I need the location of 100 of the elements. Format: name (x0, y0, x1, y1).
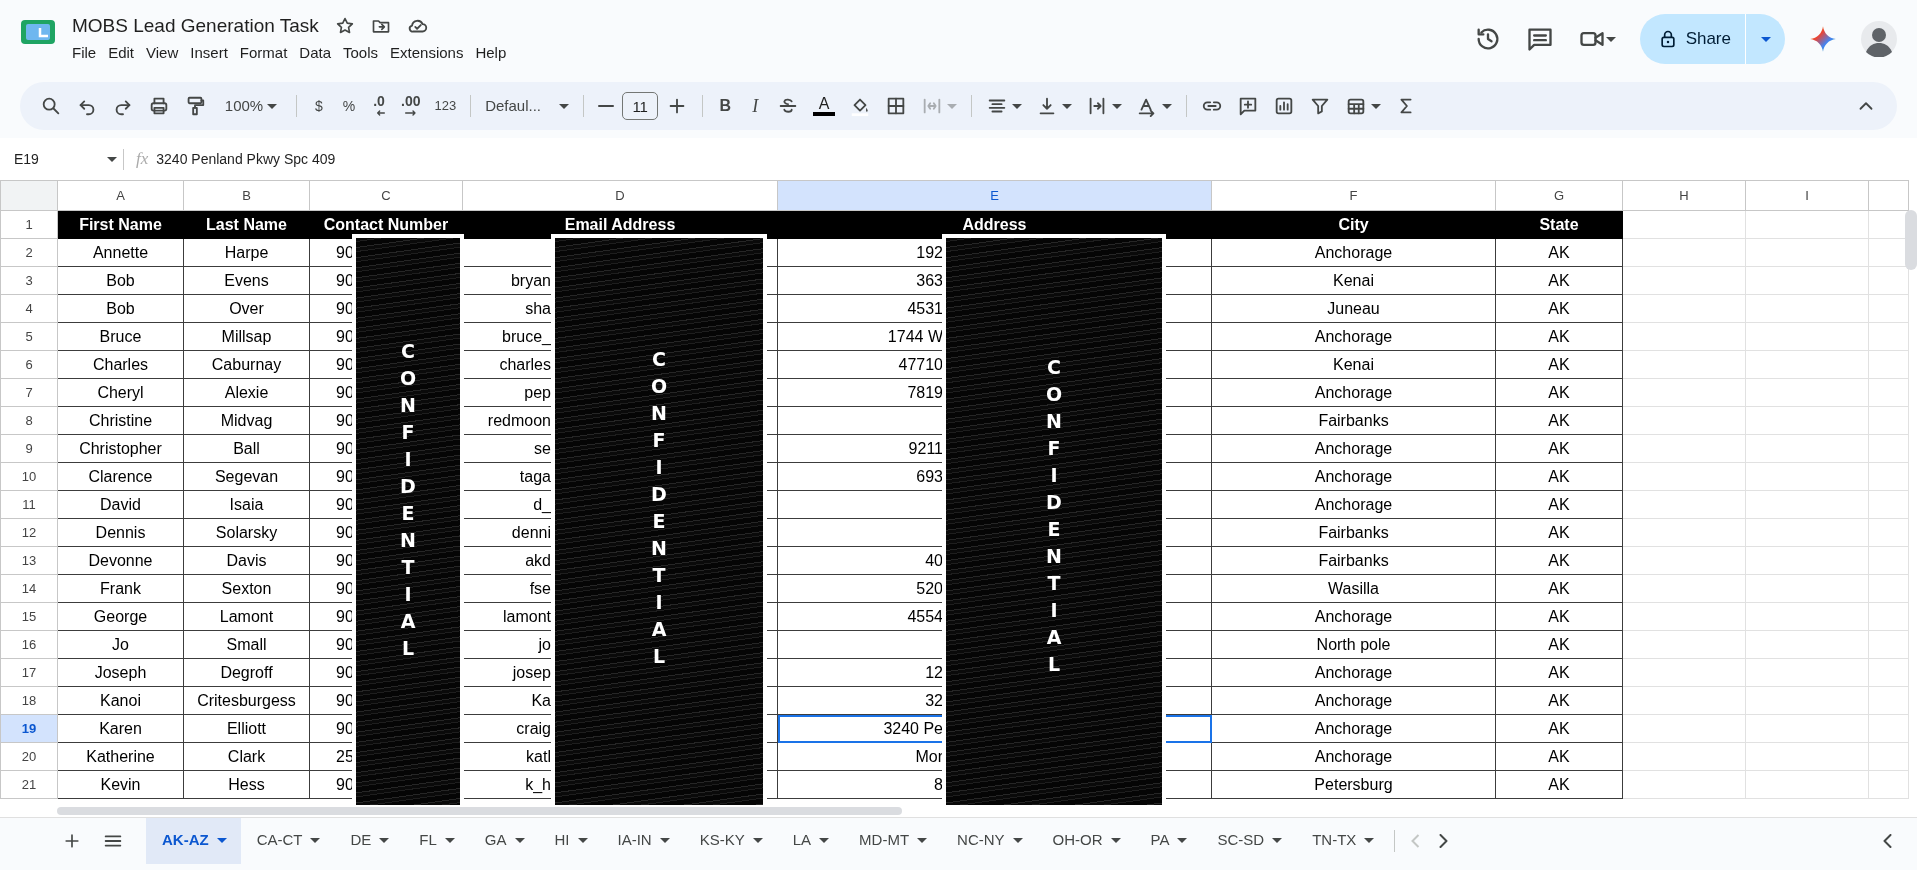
caret-icon (1371, 103, 1382, 109)
row-header[interactable]: 19 (0, 714, 58, 743)
column-heading: State (1495, 210, 1623, 239)
percent-button[interactable]: % (335, 90, 363, 122)
decrease-decimal-button[interactable]: .0 (365, 90, 393, 122)
table-cell: AK (1495, 406, 1623, 435)
sheet-tab[interactable]: NC-NY (941, 817, 1037, 864)
row-header[interactable]: 18 (0, 686, 58, 715)
formula-field[interactable]: 3240 Penland Pkwy Spc 409 (156, 148, 336, 170)
column-header[interactable]: I (1745, 180, 1869, 211)
column-header[interactable]: D (462, 180, 778, 211)
table-cell: Karen (57, 714, 184, 743)
sheet-tab[interactable]: MD-MT (843, 817, 942, 864)
search-icon (40, 95, 62, 117)
menu-item[interactable]: File (66, 42, 103, 64)
caret-icon (559, 103, 570, 109)
sheet-tab[interactable]: CA-CT (240, 817, 335, 864)
sheet-tab[interactable]: LA (776, 817, 844, 864)
row-header[interactable]: 8 (0, 406, 58, 435)
increase-decimal-button[interactable]: .00 (395, 90, 427, 122)
sheet-tab[interactable]: DE (334, 817, 404, 864)
sheet-tab[interactable]: GA (468, 817, 539, 864)
sheet-tab[interactable]: AK-AZ (146, 817, 241, 864)
row-header[interactable]: 2 (0, 238, 58, 267)
sheet-tab[interactable]: IA-IN (601, 817, 684, 864)
font-dropdown[interactable]: Defaul... (479, 90, 576, 122)
scrollbar-thumb[interactable] (1905, 210, 1917, 270)
sparkle-icon[interactable] (1809, 25, 1837, 53)
menu-item[interactable]: Data (293, 42, 337, 64)
row-header[interactable]: 6 (0, 350, 58, 379)
table-cell: Alexie (183, 378, 310, 407)
menu-item[interactable]: Format (233, 42, 294, 64)
table-cell: Millsap (183, 322, 310, 351)
share-button[interactable]: Share (1639, 14, 1745, 64)
row-header[interactable]: 13 (0, 546, 58, 575)
row-header[interactable]: 10 (0, 462, 58, 491)
row-header[interactable]: 7 (0, 378, 58, 407)
caret-icon (1760, 37, 1771, 43)
column-header[interactable]: H (1622, 180, 1746, 211)
row-header[interactable]: 1 (0, 210, 58, 239)
menu-item[interactable]: View (140, 42, 185, 64)
row-header[interactable]: 21 (0, 770, 58, 799)
caret-icon[interactable] (1605, 36, 1616, 42)
row-header[interactable]: 12 (0, 518, 58, 547)
row-header[interactable]: 11 (0, 490, 58, 519)
sheet-tab[interactable]: FL (403, 817, 469, 864)
column-header[interactable]: C (309, 180, 463, 211)
star-icon[interactable] (334, 16, 355, 36)
menu-item[interactable]: Edit (102, 42, 141, 64)
column-header[interactable]: G (1495, 180, 1623, 211)
table-cell: Kanoi (57, 686, 184, 715)
bold-button[interactable]: B (711, 90, 740, 122)
name-box[interactable]: E19 (14, 148, 124, 170)
document-title[interactable]: MOBS Lead Generation Task (72, 14, 319, 38)
table-cell: Juneau (1211, 294, 1496, 323)
row-header[interactable]: 4 (0, 294, 58, 323)
table-cell: Over (183, 294, 310, 323)
table-cell: AK (1495, 770, 1623, 799)
sheet-tab[interactable]: PA (1134, 817, 1202, 864)
column-header[interactable]: A (57, 180, 184, 211)
table-cell: Hess (183, 770, 310, 799)
column-header[interactable]: F (1211, 180, 1496, 211)
table-cell: Anchorage (1211, 602, 1496, 631)
row-header[interactable]: 5 (0, 322, 58, 351)
avatar-icon[interactable] (1861, 21, 1897, 57)
caret-icon (379, 838, 390, 843)
table-cell: AK (1495, 602, 1623, 631)
sheet-tab[interactable]: SC-SD (1201, 817, 1297, 864)
row-header[interactable]: 3 (0, 266, 58, 295)
sheet-tab[interactable]: KS-KY (683, 817, 777, 864)
text-color-button[interactable]: A (807, 90, 842, 122)
table-cell: Dennis (57, 518, 184, 547)
sheet-tab[interactable]: OH-OR (1036, 817, 1135, 864)
column-header[interactable]: B (183, 180, 310, 211)
row-header[interactable]: 20 (0, 742, 58, 771)
table-cell: Cheryl (57, 378, 184, 407)
row-header[interactable]: 16 (0, 630, 58, 659)
row-header[interactable]: 15 (0, 602, 58, 631)
menu-item[interactable]: Tools (337, 42, 385, 64)
table-cell: Anchorage (1211, 378, 1496, 407)
row-header[interactable]: 14 (0, 574, 58, 603)
table-cell: Midvag (183, 406, 310, 435)
row-header[interactable]: 9 (0, 434, 58, 463)
sheet-tab[interactable]: HI (538, 817, 602, 864)
column-header[interactable]: E (777, 180, 1212, 211)
italic-button[interactable]: I (741, 90, 770, 122)
font-size-field[interactable]: 11 (622, 92, 659, 120)
table-cell: AK (1495, 546, 1623, 575)
scrollbar-thumb[interactable] (57, 807, 902, 815)
table-cell: North pole (1211, 630, 1496, 659)
table-cell: Anchorage (1211, 462, 1496, 491)
menu-item[interactable]: Extensions (384, 42, 470, 64)
number-format-button[interactable]: 123 (428, 90, 463, 122)
menu-item[interactable]: Insert (184, 42, 234, 64)
currency-button[interactable]: $ (305, 90, 333, 122)
row-header[interactable]: 17 (0, 658, 58, 687)
sheet-tab[interactable]: TN-TX (1296, 817, 1389, 864)
table-cell: Degroff (183, 658, 310, 687)
menu-item[interactable]: Help (469, 42, 513, 64)
zoom-dropdown[interactable]: 100% (214, 90, 288, 122)
